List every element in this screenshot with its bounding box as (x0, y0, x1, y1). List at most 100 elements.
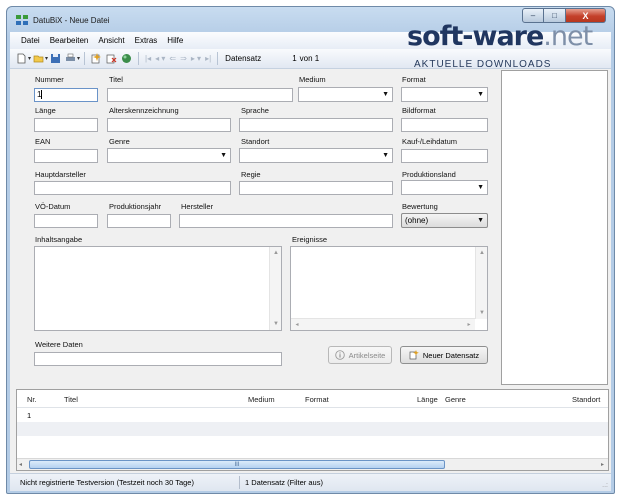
app-icon (16, 15, 28, 25)
scroll-down-icon[interactable]: ▼ (476, 307, 488, 319)
chevron-down-icon: ▼ (477, 217, 484, 224)
open-dropdown-icon[interactable]: ▾ (45, 55, 48, 62)
label-hersteller: Hersteller (181, 202, 214, 211)
weitere-daten-field[interactable] (34, 352, 282, 366)
next-record-icon[interactable]: ▸ ▾ (191, 54, 201, 63)
nummer-field[interactable]: 1 (34, 88, 98, 102)
status-separator (239, 476, 240, 489)
produktionsjahr-field[interactable] (107, 214, 171, 228)
label-regie: Regie (241, 170, 261, 179)
cover-image-panel (501, 70, 608, 385)
watermark-dash: - (462, 21, 473, 52)
column-medium[interactable]: Medium (248, 395, 275, 404)
vertical-scrollbar[interactable]: ▲ ▼ (269, 247, 281, 330)
neuer-datensatz-label: Neuer Datensatz (422, 350, 480, 360)
alterskennzeichnung-field[interactable] (107, 118, 231, 132)
neuer-datensatz-button[interactable]: Neuer Datensatz (400, 346, 488, 364)
label-vo-datum: VÖ-Datum (35, 202, 71, 211)
client-area: Datei Bearbeiten Ansicht Extras Hilfe ▾ … (10, 32, 611, 491)
text-caret (41, 90, 43, 100)
first-record-icon[interactable]: |◂ (145, 54, 151, 63)
label-medium: Medium (299, 75, 326, 84)
hauptdarsteller-field[interactable] (34, 181, 231, 195)
scroll-thumb[interactable]: III (29, 460, 445, 469)
bewertung-select[interactable]: (ohne) ▼ (401, 213, 488, 228)
delete-record-icon[interactable] (106, 53, 117, 64)
globe-icon[interactable] (121, 53, 132, 64)
scroll-right-icon[interactable]: ▸ (601, 461, 604, 468)
scroll-left-icon[interactable]: ◂ (19, 461, 22, 468)
column-format[interactable]: Format (305, 395, 329, 404)
label-genre: Genre (109, 137, 130, 146)
sprache-field[interactable] (239, 118, 393, 132)
status-bar: Nicht registrierte Testversion (Testzeit… (10, 473, 611, 491)
save-icon[interactable] (50, 53, 61, 64)
regie-field[interactable] (239, 181, 393, 195)
scroll-down-icon[interactable]: ▼ (270, 318, 282, 330)
kauf-leihdatum-field[interactable] (401, 149, 488, 163)
cell-nr: 1 (27, 411, 32, 420)
prev-page-icon[interactable]: ⇐ (169, 54, 176, 63)
table-row-empty (17, 422, 608, 436)
grid-horizontal-scrollbar[interactable]: ◂ III ▸ (17, 458, 608, 470)
medium-select[interactable]: ▼ (298, 87, 393, 102)
label-alterskennzeichnung: Alterskennzeichnung (109, 106, 179, 115)
prev-record-icon[interactable]: ◂ ▾ (155, 54, 165, 63)
horizontal-scrollbar[interactable]: ◂ ▸ (291, 318, 475, 330)
column-titel[interactable]: Titel (64, 395, 78, 404)
vo-datum-field[interactable] (34, 214, 98, 228)
resize-grip-icon[interactable]: ..: (602, 482, 608, 489)
print-dropdown-icon[interactable]: ▾ (77, 55, 80, 62)
menu-hilfe[interactable]: Hilfe (162, 36, 188, 45)
toolbar-separator (138, 52, 140, 65)
info-icon (334, 350, 345, 360)
inhaltsangabe-textarea[interactable]: ▲ ▼ (34, 246, 282, 331)
open-folder-icon[interactable] (33, 53, 44, 64)
label-sprache: Sprache (241, 106, 269, 115)
print-icon[interactable] (65, 53, 76, 64)
label-produktionsland: Produktionsland (402, 170, 456, 179)
label-hauptdarsteller: Hauptdarsteller (35, 170, 86, 179)
scroll-thumb-grip: III (234, 462, 240, 468)
bewertung-value: (ohne) (405, 216, 429, 225)
scroll-up-icon[interactable]: ▲ (270, 247, 282, 259)
ean-field[interactable] (34, 149, 98, 163)
bildformat-field[interactable] (401, 118, 488, 132)
laenge-field[interactable] (34, 118, 98, 132)
produktionsland-select[interactable]: ▼ (401, 180, 488, 195)
format-select[interactable]: ▼ (401, 87, 488, 102)
hersteller-field[interactable] (179, 214, 393, 228)
artikelseite-button[interactable]: Artikelseite (328, 346, 392, 364)
menu-datei[interactable]: Datei (16, 36, 45, 45)
last-record-icon[interactable]: ▸| (205, 54, 211, 63)
column-laenge[interactable]: Länge (417, 395, 438, 404)
chevron-down-icon: ▼ (220, 152, 227, 159)
column-nr[interactable]: Nr. (27, 395, 37, 404)
copy-record-icon[interactable] (91, 53, 102, 64)
column-standort[interactable]: Standort (572, 395, 600, 404)
ereignisse-textarea[interactable]: ▲ ▼ ◂ ▸ (290, 246, 488, 331)
scroll-right-icon[interactable]: ▸ (463, 319, 475, 331)
column-genre[interactable]: Genre (445, 395, 466, 404)
menu-extras[interactable]: Extras (130, 36, 163, 45)
label-produktionsjahr: Produktionsjahr (109, 202, 162, 211)
vertical-scrollbar[interactable]: ▲ ▼ (475, 247, 487, 319)
label-standort: Standort (241, 137, 270, 146)
watermark-ware: ware (472, 21, 545, 52)
next-page-icon[interactable]: ⇒ (180, 54, 187, 63)
table-row[interactable]: 1 (17, 408, 608, 422)
titel-field[interactable] (107, 88, 293, 102)
new-doc-icon[interactable] (16, 53, 27, 64)
scroll-left-icon[interactable]: ◂ (291, 319, 303, 331)
standort-select[interactable]: ▼ (239, 148, 393, 163)
new-record-icon (409, 350, 419, 360)
menu-bearbeiten[interactable]: Bearbeiten (45, 36, 94, 45)
watermark-soft: soft (407, 21, 463, 52)
genre-select[interactable]: ▼ (107, 148, 231, 163)
label-inhaltsangabe: Inhaltsangabe (35, 235, 83, 244)
label-ereignisse: Ereignisse (292, 235, 328, 244)
menu-ansicht[interactable]: Ansicht (93, 36, 129, 45)
chevron-down-icon: ▼ (477, 184, 484, 191)
new-dropdown-icon[interactable]: ▾ (28, 55, 31, 62)
scroll-up-icon[interactable]: ▲ (476, 247, 488, 259)
